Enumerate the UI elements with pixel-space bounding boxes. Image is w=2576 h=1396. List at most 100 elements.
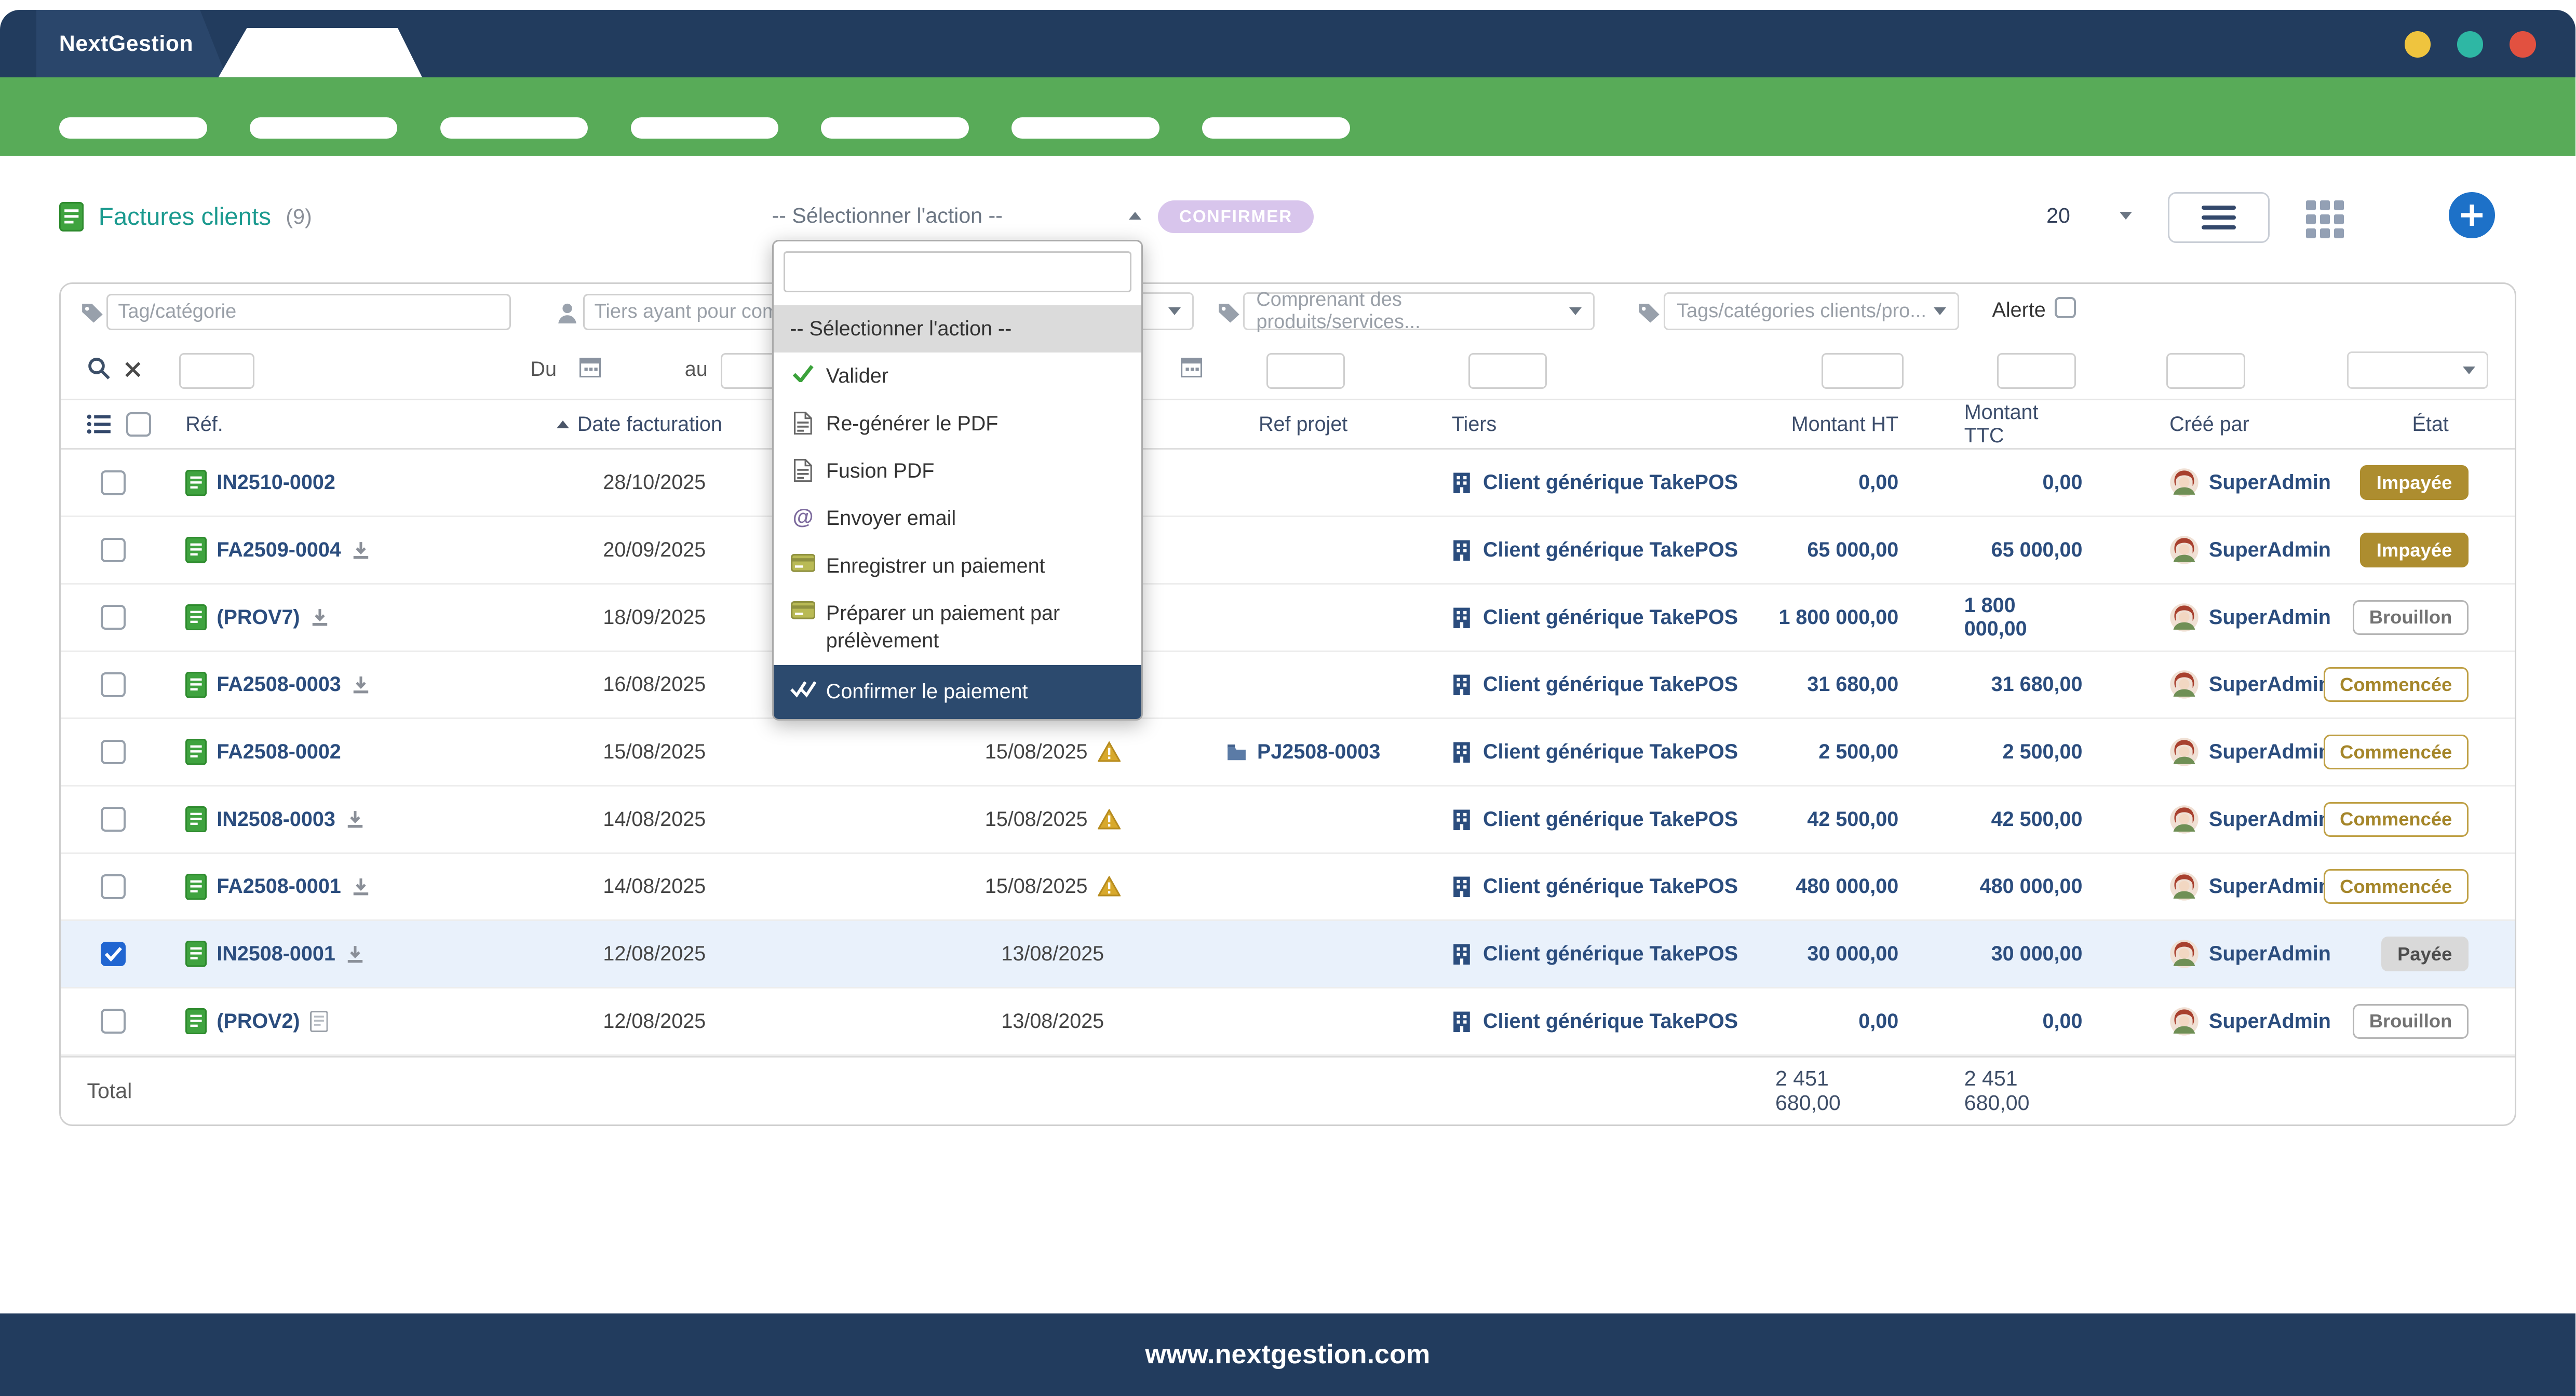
author-link[interactable]: SuperAdmin (2209, 942, 2331, 966)
ref-cell: (PROV2) (166, 988, 535, 1054)
calendar-icon[interactable] (1181, 356, 1202, 377)
dropdown-item[interactable]: Confirmer le paiement (774, 665, 1142, 719)
confirm-button[interactable]: CONFIRMER (1158, 200, 1314, 233)
nav-item-placeholder[interactable] (440, 117, 588, 139)
thirdparty-link[interactable]: Client générique TakePOS (1483, 471, 1738, 494)
author-link[interactable]: SuperAdmin (2209, 740, 2331, 764)
thirdparty-link[interactable]: Client générique TakePOS (1483, 942, 1738, 966)
thirdparty-column-filter-input[interactable] (1468, 353, 1547, 389)
invoice-ref-link[interactable]: FA2509-0004 (217, 538, 341, 562)
download-icon[interactable] (345, 809, 365, 829)
invoice-ref-link[interactable]: FA2508-0002 (217, 740, 341, 764)
nav-item-placeholder[interactable] (59, 117, 207, 139)
row-checkbox[interactable] (101, 874, 125, 899)
invoice-ref-link[interactable]: IN2508-0001 (217, 942, 335, 966)
column-header-amount-ttc[interactable]: Montant TTC (1964, 400, 2148, 448)
amount-ttc-filter-input[interactable] (1997, 353, 2076, 389)
dropdown-item[interactable]: Valider (774, 353, 1142, 400)
invoice-ref-link[interactable]: FA2508-0003 (217, 673, 341, 696)
window-dot-red[interactable] (2510, 31, 2536, 58)
page-size-value: 20 (2046, 204, 2070, 228)
action-select[interactable]: -- Sélectionner l'action -- (772, 204, 1142, 228)
author-link[interactable]: SuperAdmin (2209, 875, 2331, 898)
row-checkbox[interactable] (101, 538, 125, 562)
add-invoice-button[interactable] (2449, 192, 2495, 238)
thirdparty-link[interactable]: Client générique TakePOS (1483, 538, 1738, 562)
row-checkbox[interactable] (101, 672, 125, 697)
ref-filter-input[interactable] (179, 353, 254, 389)
download-icon[interactable] (310, 607, 330, 627)
invoice-ref-link[interactable]: IN2508-0003 (217, 808, 335, 831)
row-checkbox[interactable] (101, 740, 125, 764)
download-icon[interactable] (351, 540, 371, 560)
project-link[interactable]: PJ2508-0003 (1257, 740, 1380, 764)
dropdown-item[interactable]: Enregistrer un paiement (774, 543, 1142, 590)
project-filter-input[interactable] (1266, 353, 1345, 389)
column-header-author[interactable]: Créé par (2148, 400, 2370, 448)
nav-item-placeholder[interactable] (1202, 117, 1350, 139)
thirdparty-link[interactable]: Client générique TakePOS (1483, 606, 1738, 629)
dropdown-item[interactable]: -- Sélectionner l'action -- (774, 305, 1142, 353)
clear-search-icon[interactable] (125, 361, 141, 378)
dropdown-item[interactable]: Re-générer le PDF (774, 400, 1142, 448)
amount-ht-filter-input[interactable] (1822, 353, 1904, 389)
select-all-checkbox[interactable] (126, 412, 151, 437)
column-header-date[interactable]: Date facturation (535, 400, 774, 448)
nav-item-placeholder[interactable] (631, 117, 779, 139)
author-link[interactable]: SuperAdmin (2209, 606, 2331, 629)
column-options-icon[interactable] (87, 414, 111, 434)
row-checkbox[interactable] (101, 807, 125, 831)
author-filter-input[interactable] (2166, 353, 2245, 389)
dropdown-search-input[interactable] (784, 251, 1132, 292)
ref-cell: IN2508-0001 (166, 921, 535, 987)
author-link[interactable]: SuperAdmin (2209, 1010, 2331, 1033)
alert-checkbox[interactable] (2055, 297, 2076, 318)
column-header-thirdparty[interactable]: Tiers (1422, 400, 1775, 448)
grid-view-button[interactable] (2306, 200, 2344, 238)
invoice-ref-link[interactable]: FA2508-0001 (217, 875, 341, 898)
column-header-status[interactable]: État (2370, 400, 2518, 448)
thirdparty-link[interactable]: Client générique TakePOS (1483, 1010, 1738, 1033)
tag-icon (1637, 302, 1660, 323)
project-cell (1184, 450, 1422, 516)
invoice-ref-link[interactable]: (PROV7) (217, 606, 300, 629)
row-checkbox[interactable] (101, 470, 125, 495)
dropdown-item[interactable]: @Envoyer email (774, 495, 1142, 542)
author-link[interactable]: SuperAdmin (2209, 538, 2331, 562)
window-dot-yellow[interactable] (2405, 31, 2431, 58)
document-icon[interactable] (310, 1011, 328, 1032)
nav-item-placeholder[interactable] (250, 117, 398, 139)
row-checkbox[interactable] (101, 942, 125, 966)
page-size-select[interactable]: 20 (2046, 204, 2132, 228)
row-checkbox[interactable] (101, 1009, 125, 1033)
nav-item-placeholder[interactable] (821, 117, 969, 139)
author-link[interactable]: SuperAdmin (2209, 808, 2331, 831)
invoice-ref-link[interactable]: IN2510-0002 (217, 471, 335, 494)
column-header-project[interactable]: Ref projet (1184, 400, 1422, 448)
thirdparty-link[interactable]: Client générique TakePOS (1483, 673, 1738, 696)
status-filter-select[interactable] (2347, 351, 2488, 389)
list-view-button[interactable] (2168, 192, 2270, 243)
column-header-amount-ht[interactable]: Montant HT (1775, 400, 1964, 448)
row-checkbox[interactable] (101, 605, 125, 629)
nav-item-placeholder[interactable] (1011, 117, 1159, 139)
client-tags-filter-select[interactable]: Tags/catégories clients/pro... (1664, 292, 1959, 330)
invoice-ref-link[interactable]: (PROV2) (217, 1010, 300, 1033)
thirdparty-link[interactable]: Client générique TakePOS (1483, 740, 1738, 764)
download-icon[interactable] (345, 944, 365, 964)
dropdown-item[interactable]: Fusion PDF (774, 448, 1142, 495)
dropdown-item-label: Préparer un paiement par prélèvement (826, 600, 1125, 655)
thirdparty-link[interactable]: Client générique TakePOS (1483, 875, 1738, 898)
author-link[interactable]: SuperAdmin (2209, 673, 2331, 696)
tag-category-input[interactable] (106, 294, 510, 330)
products-filter-select[interactable]: Comprenant des produits/services... (1243, 292, 1595, 330)
download-icon[interactable] (351, 877, 371, 897)
download-icon[interactable] (351, 675, 371, 695)
calendar-icon[interactable] (579, 356, 601, 377)
thirdparty-link[interactable]: Client générique TakePOS (1483, 808, 1738, 831)
dropdown-item[interactable]: Préparer un paiement par prélèvement (774, 590, 1142, 665)
search-icon[interactable] (87, 356, 111, 381)
window-dot-teal[interactable] (2457, 31, 2484, 58)
author-link[interactable]: SuperAdmin (2209, 471, 2331, 494)
column-header-ref[interactable]: Réf. (166, 400, 535, 448)
